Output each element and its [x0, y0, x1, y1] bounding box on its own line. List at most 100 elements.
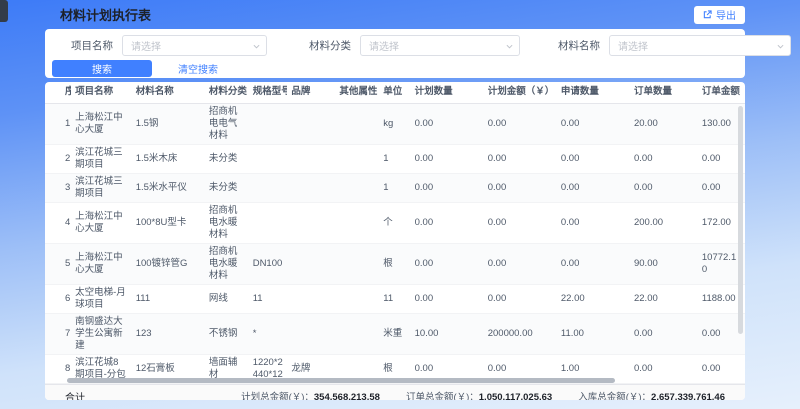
cell-material: 100*8U型卡 [132, 202, 205, 243]
materials-table: 序号 项目名称 材料名称 材料分类 规格型号 品牌 其他属性 单位 计划数量 计… [45, 82, 745, 400]
col-header-category: 材料分类 [205, 82, 249, 103]
cell-unit: kg [379, 103, 410, 144]
title-bar: 材料计划执行表 导出 [45, 0, 745, 29]
cell-spec: 11 [249, 284, 288, 313]
sidebar-toggle-handle[interactable] [0, 0, 8, 22]
cell-other-attr [335, 173, 379, 202]
material-name-placeholder: 请选择 [618, 38, 648, 53]
material-name-select[interactable]: 请选择 [609, 35, 791, 56]
cell-brand [287, 173, 335, 202]
material-category-select[interactable]: 请选择 [360, 35, 520, 56]
cell-material: 1.5米木床 [132, 144, 205, 173]
summary-row: 合计 计划总金额(￥)：354,568,213.58 订单总金额(￥)：1,05… [45, 384, 745, 400]
cell-plan-qty: 0.00 [411, 173, 484, 202]
material-category-label: 材料分类 [285, 38, 351, 53]
cell-plan-qty: 0.00 [411, 284, 484, 313]
vertical-scrollbar[interactable] [738, 106, 743, 334]
chevron-down-icon [777, 44, 784, 49]
cell-order-qty: 200.00 [630, 202, 698, 243]
project-name-select[interactable]: 请选择 [122, 35, 267, 56]
cell-spec: DN100 [249, 243, 288, 284]
cell-plan-amount: 0.00 [484, 144, 557, 173]
cell-plan-qty: 0.00 [411, 243, 484, 284]
cell-project: 太空电梯-月球项目 [71, 284, 132, 313]
cell-order-qty: 20.00 [630, 103, 698, 144]
filter-field-material-category: 材料分类 请选择 [285, 35, 520, 56]
cell-project: 滨江花城三期项目 [71, 144, 132, 173]
col-header-plan-qty: 计划数量 [411, 82, 484, 103]
table-panel: 序号 项目名称 材料名称 材料分类 规格型号 品牌 其他属性 单位 计划数量 计… [45, 82, 745, 400]
cell-index: 1 [45, 103, 71, 144]
cell-unit: 根 [379, 243, 410, 284]
cell-project: 南钢盛达大学生公寓新建 [71, 313, 132, 354]
cell-plan-amount: 200000.00 [484, 313, 557, 354]
table-row[interactable]: 5 上海松江中心大厦 100镀锌管G 招商机电水暖材料 DN100 根 0.00… [45, 243, 745, 284]
col-header-index: 序号 [45, 82, 71, 103]
cell-other-attr [335, 202, 379, 243]
material-category-placeholder: 请选择 [369, 38, 399, 53]
cell-unit: 1 [379, 144, 410, 173]
cell-plan-qty: 0.00 [411, 103, 484, 144]
cell-unit: 11 [379, 284, 410, 313]
cell-apply-qty: 0.00 [557, 173, 630, 202]
export-icon [703, 10, 712, 19]
col-header-apply-qty: 申请数量 [557, 82, 630, 103]
table-body: 1 上海松江中心大厦 1.5钢 招商机电电气材料 kg 0.00 0.00 0.… [45, 103, 745, 400]
cell-other-attr [335, 313, 379, 354]
col-header-unit: 单位 [379, 82, 410, 103]
table-row[interactable]: 2 滨江花城三期项目 1.5米木床 未分类 1 0.00 0.00 0.00 0… [45, 144, 745, 173]
cell-index: 4 [45, 202, 71, 243]
col-header-other-attr: 其他属性 [335, 82, 379, 103]
horizontal-scrollbar[interactable] [67, 378, 615, 383]
table-row[interactable]: 4 上海松江中心大厦 100*8U型卡 招商机电水暖材料 个 0.00 0.00… [45, 202, 745, 243]
cell-material: 1.5米水平仪 [132, 173, 205, 202]
table-row[interactable]: 6 太空电梯-月球项目 111 网线 11 11 0.00 0.00 22.00… [45, 284, 745, 313]
cell-project: 上海松江中心大厦 [71, 243, 132, 284]
table-row[interactable]: 1 上海松江中心大厦 1.5钢 招商机电电气材料 kg 0.00 0.00 0.… [45, 103, 745, 144]
cell-category: 不锈钢 [205, 313, 249, 354]
cell-unit: 个 [379, 202, 410, 243]
cell-spec [249, 173, 288, 202]
chevron-down-icon [253, 44, 260, 49]
order-total-value: 1,050,117,025.63 [479, 392, 552, 400]
cell-plan-amount: 0.00 [484, 173, 557, 202]
project-name-placeholder: 请选择 [131, 38, 161, 53]
cell-material: 100镀锌管G [132, 243, 205, 284]
clear-search-link[interactable]: 清空搜索 [178, 61, 218, 76]
export-button[interactable]: 导出 [694, 6, 745, 24]
cell-project: 上海松江中心大厦 [71, 202, 132, 243]
col-header-spec: 规格型号 [249, 82, 288, 103]
cell-plan-amount: 0.00 [484, 202, 557, 243]
cell-index: 7 [45, 313, 71, 354]
cell-index: 3 [45, 173, 71, 202]
inbound-total-amount: 入库总金额(￥)：2,657,339,761.46 [578, 389, 725, 400]
cell-category: 网线 [205, 284, 249, 313]
cell-brand [287, 313, 335, 354]
cell-material: 1.5钢 [132, 103, 205, 144]
cell-brand [287, 284, 335, 313]
filter-panel: 项目名称 请选择 材料分类 请选择 材料名称 请选择 [45, 29, 745, 78]
cell-material: 123 [132, 313, 205, 354]
plan-total-value: 354,568,213.58 [314, 392, 380, 400]
main-content: 材料计划执行表 导出 项目名称 请选择 材料分类 请选择 [45, 0, 745, 400]
cell-unit: 1 [379, 173, 410, 202]
search-button[interactable]: 搜索 [52, 60, 152, 77]
cell-order-qty: 22.00 [630, 284, 698, 313]
cell-category: 招商机电水暖材料 [205, 243, 249, 284]
cell-other-attr [335, 144, 379, 173]
table-row[interactable]: 7 南钢盛达大学生公寓新建 123 不锈钢 * 米重 10.00 200000.… [45, 313, 745, 354]
cell-plan-qty: 10.00 [411, 313, 484, 354]
cell-other-attr [335, 284, 379, 313]
cell-plan-amount: 0.00 [484, 103, 557, 144]
cell-unit: 米重 [379, 313, 410, 354]
page-title: 材料计划执行表 [60, 5, 151, 24]
plan-total-label: 计划总金额(￥)： [241, 392, 314, 400]
cell-other-attr [335, 103, 379, 144]
table-row[interactable]: 3 滨江花城三期项目 1.5米水平仪 未分类 1 0.00 0.00 0.00 … [45, 173, 745, 202]
filter-field-project-name: 项目名称 请选择 [47, 35, 267, 56]
cell-plan-qty: 0.00 [411, 202, 484, 243]
inbound-total-label: 入库总金额(￥)： [578, 392, 651, 400]
cell-index: 5 [45, 243, 71, 284]
export-button-label: 导出 [716, 7, 736, 22]
cell-order-qty: 0.00 [630, 144, 698, 173]
